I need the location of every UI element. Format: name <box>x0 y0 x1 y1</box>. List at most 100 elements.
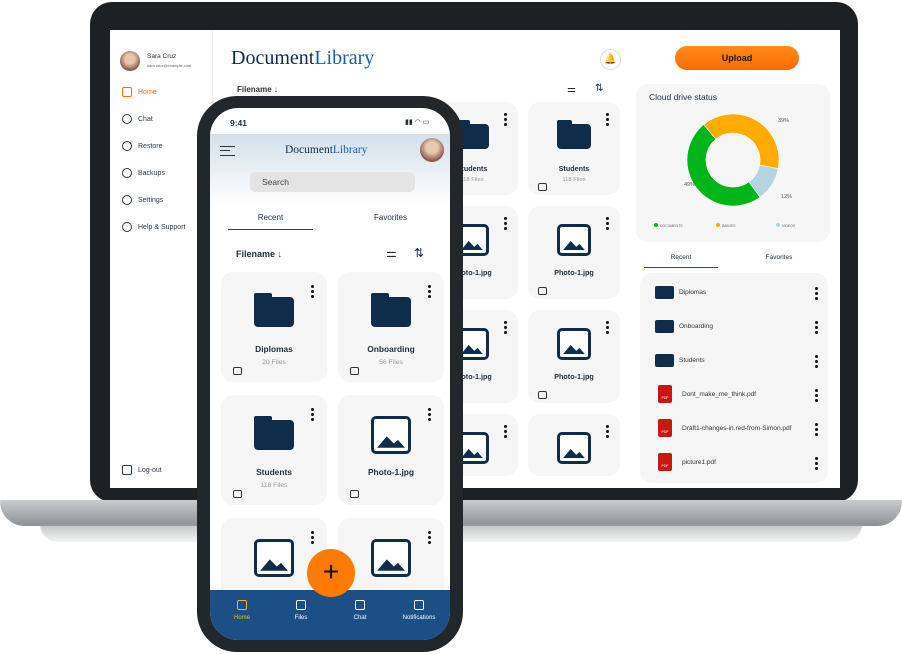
comment-icon[interactable] <box>349 489 359 498</box>
comment-icon[interactable] <box>537 287 547 295</box>
logout-button[interactable]: Log-out <box>122 465 162 475</box>
more-options-icon[interactable] <box>311 407 315 423</box>
sidebar-item-label: Settings <box>138 196 164 204</box>
logo-part: Document <box>285 144 333 156</box>
more-options-icon[interactable] <box>428 530 432 546</box>
avatar[interactable] <box>420 138 444 162</box>
more-options-icon[interactable] <box>311 284 315 300</box>
comment-icon[interactable] <box>232 366 242 375</box>
more-options-icon[interactable] <box>606 216 610 232</box>
legend-label: VIDEOS <box>782 224 796 228</box>
sidebar-item-help[interactable]: Help & Support <box>122 222 185 232</box>
folder-icon <box>296 600 306 610</box>
sort-icon[interactable]: ⇅ <box>595 83 603 94</box>
file-card[interactable] <box>528 414 620 476</box>
file-list-item[interactable]: Onboarding <box>655 316 830 336</box>
logo-part: Library <box>314 47 375 69</box>
more-options-icon[interactable] <box>606 424 610 440</box>
more-options-icon[interactable] <box>311 530 315 546</box>
file-card[interactable]: Students 118 Files <box>528 102 620 195</box>
home-icon <box>122 87 132 97</box>
sidebar-item-settings[interactable]: Settings <box>122 195 163 205</box>
more-options-icon[interactable] <box>606 320 610 336</box>
slice-label: 12% <box>781 194 792 200</box>
file-list-item[interactable]: Students <box>655 350 830 370</box>
more-options-icon[interactable] <box>428 407 432 423</box>
sidebar-item-restore[interactable]: Restore <box>122 141 163 151</box>
card-title: Photo-1.jpg <box>554 268 594 278</box>
home-icon <box>237 600 247 610</box>
comment-icon[interactable] <box>232 489 242 498</box>
sort-dropdown[interactable]: Filename ↓ <box>236 249 282 259</box>
bottom-nav-home[interactable]: Home <box>217 600 267 621</box>
sidebar-item-chat[interactable]: Chat <box>122 114 153 124</box>
sidebar-item-backups[interactable]: Backups <box>122 168 165 178</box>
sort-dropdown[interactable]: Filename ↓ <box>237 85 278 94</box>
chat-icon <box>122 114 132 124</box>
filter-icon[interactable]: ⚌ <box>567 84 576 95</box>
sidebar-item-label: Backups <box>138 169 165 177</box>
file-card[interactable]: Photo-1.jpg <box>528 310 620 403</box>
more-options-icon[interactable] <box>815 388 818 404</box>
file-list-item[interactable]: PDF Dont_make_me_think.pdf <box>655 384 830 404</box>
bottom-nav-chat[interactable]: Chat <box>335 600 385 621</box>
menu-icon[interactable] <box>220 146 235 156</box>
card-subtitle: 56 Files <box>379 359 403 367</box>
app-logo: DocumentLibrary <box>231 47 374 70</box>
status-icons: ▮▮ ◠ ▭ <box>405 119 430 126</box>
more-options-icon[interactable] <box>504 216 508 232</box>
app-logo: DocumentLibrary <box>285 144 367 156</box>
file-list-item[interactable]: PDF Draft1-changes-in.red-from-Simon.pdf <box>655 418 830 438</box>
card-subtitle: 20 Files <box>262 359 286 367</box>
filter-icon[interactable]: ⚌ <box>386 246 397 260</box>
file-card[interactable]: Photo-1.jpg <box>338 395 444 505</box>
more-options-icon[interactable] <box>504 320 508 336</box>
file-name: Draft1-changes-in.red-from-Simon.pdf <box>682 424 792 432</box>
comment-icon[interactable] <box>349 366 359 375</box>
upload-button[interactable]: Upload <box>675 46 799 70</box>
more-options-icon[interactable] <box>815 286 818 302</box>
sort-icon[interactable]: ⇅ <box>414 246 424 260</box>
recent-files-list: Diplomas Onboarding Students PDF Dont_make_m… <box>640 273 828 483</box>
more-options-icon[interactable] <box>815 456 818 472</box>
more-options-icon[interactable] <box>815 320 818 336</box>
tab-recent[interactable]: Recent <box>644 250 718 268</box>
more-options-icon[interactable] <box>815 354 818 370</box>
more-options-icon[interactable] <box>504 112 508 128</box>
notification-button[interactable]: 🔔 <box>600 49 621 70</box>
sidebar-item-label: Restore <box>138 142 163 150</box>
tab-favorites[interactable]: Favorites <box>742 250 816 268</box>
avatar[interactable] <box>120 51 140 71</box>
tab-recent[interactable]: Recent <box>228 206 313 230</box>
file-card[interactable]: Students 118 Files <box>221 395 327 505</box>
slice-label: 39% <box>778 118 789 124</box>
comment-icon[interactable] <box>537 391 547 399</box>
bottom-nav-notifications[interactable]: Notifications <box>394 600 444 621</box>
file-list-item[interactable]: Diplomas <box>655 282 830 302</box>
restore-icon <box>122 141 132 151</box>
comment-icon[interactable] <box>537 183 547 191</box>
info-icon <box>122 222 132 232</box>
bottom-nav-files[interactable]: Files <box>276 600 326 621</box>
logout-label: Log-out <box>138 466 162 474</box>
more-options-icon[interactable] <box>606 112 610 128</box>
bottom-nav-label: Files <box>294 615 308 621</box>
more-options-icon[interactable] <box>504 424 508 440</box>
donut-chart: 39% 12% 49% DOCUMENTS IMAGES VIDEOS <box>654 113 796 228</box>
file-list-item[interactable]: PDF picture1.pdf <box>655 452 830 472</box>
file-card[interactable]: Diplomas 20 Files <box>221 272 327 382</box>
card-title: Photo-1.jpg <box>554 372 594 382</box>
cloud-status-card: Cloud drive status 39% 12% 49% DOCUMENTS IMA… <box>636 84 830 242</box>
folder-icon <box>254 416 294 450</box>
add-fab-button[interactable]: + <box>307 549 355 597</box>
more-options-icon[interactable] <box>428 284 432 300</box>
tab-favorites[interactable]: Favorites <box>348 206 433 230</box>
status-time: 9:41 <box>230 118 248 128</box>
file-card[interactable]: Photo-1.jpg <box>528 206 620 299</box>
donut-slice-images <box>703 113 780 169</box>
sidebar-item-home[interactable]: Home <box>122 87 157 97</box>
file-card[interactable]: Onboarding 56 Files <box>338 272 444 382</box>
more-options-icon[interactable] <box>815 422 818 438</box>
sidebar-item-label: Home <box>138 88 157 96</box>
search-input[interactable]: Search <box>250 172 415 192</box>
